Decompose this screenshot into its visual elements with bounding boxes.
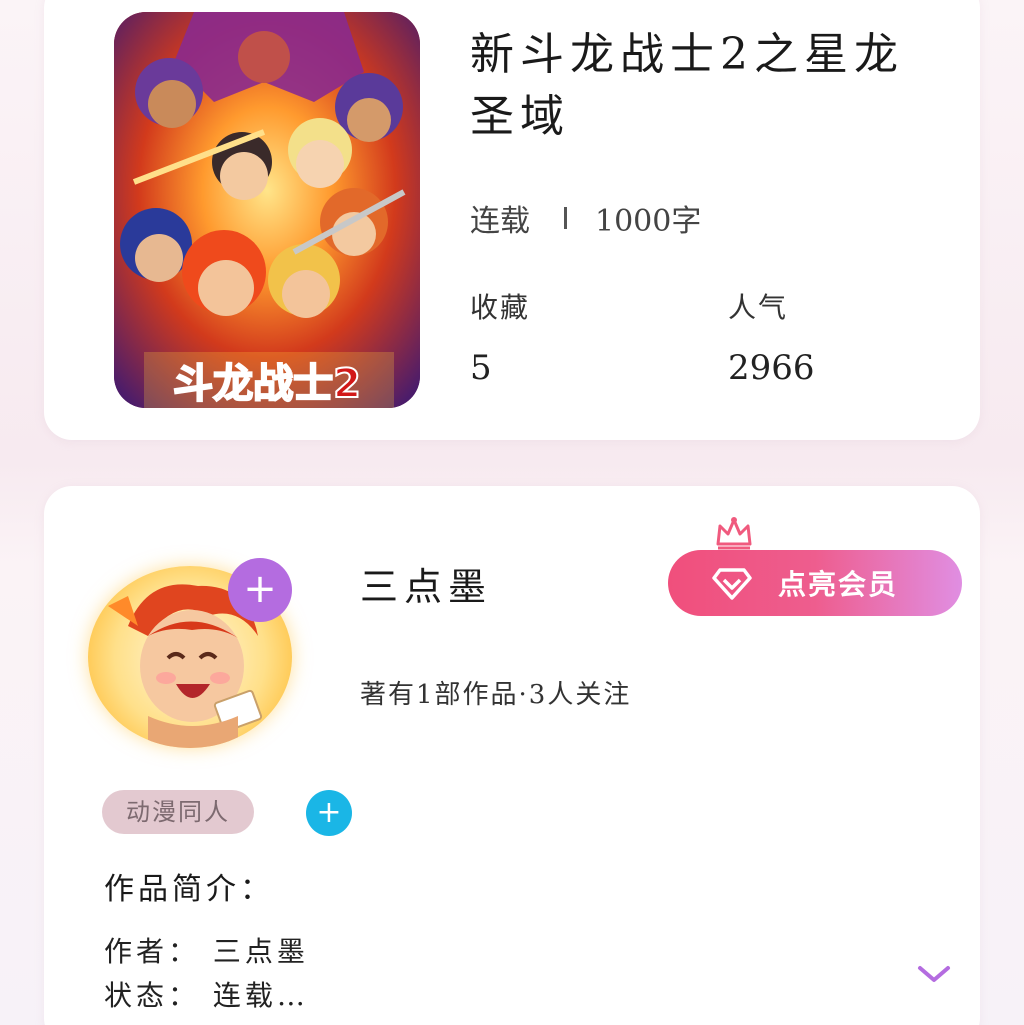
add-tag-button[interactable]: + [306, 790, 352, 836]
cover-logo-text: 斗龙战士2 [173, 361, 361, 407]
popularity-value: 2966 [728, 348, 815, 388]
popularity-stat: 人气 2966 [728, 286, 815, 388]
crown-icon [716, 517, 752, 550]
favorites-stat: 收藏 5 [470, 286, 530, 388]
popularity-label: 人气 [728, 291, 789, 324]
book-status: 连载 [470, 204, 530, 239]
book-word-count: 1000字 [595, 204, 702, 239]
book-title: 新斗龙战士2之星龙圣域 [470, 29, 904, 142]
cover-artwork: 斗龙战士2 [114, 12, 420, 408]
follow-author-button[interactable]: + [228, 558, 292, 622]
intro-heading: 作品简介： [104, 872, 274, 907]
activate-membership-button[interactable]: 点亮会员 [668, 550, 962, 616]
author-stats: 著有1部作品·3人关注 [360, 680, 632, 710]
favorites-label: 收藏 [470, 291, 531, 324]
meta-divider [564, 207, 567, 229]
book-cover[interactable]: 斗龙战士2 [114, 12, 420, 408]
tag-anime-fanfic[interactable]: 动漫同人 [102, 790, 254, 834]
favorites-value: 5 [470, 348, 492, 388]
chevron-down-icon[interactable] [916, 962, 952, 986]
activate-membership-label: 点亮会员 [777, 568, 898, 601]
book-meta-row: 连载 1000字 [470, 196, 701, 240]
page: 斗龙战士2 新斗龙战士2之星龙圣域 连载 1000字 收藏 5 人气 2966 [0, 0, 1024, 1025]
intro-status-line: 状态： 连载… [104, 979, 309, 1012]
author-name[interactable]: 三点墨 [360, 556, 492, 611]
diamond-icon [712, 568, 752, 600]
intro-author-line: 作者： 三点墨 [104, 935, 309, 968]
